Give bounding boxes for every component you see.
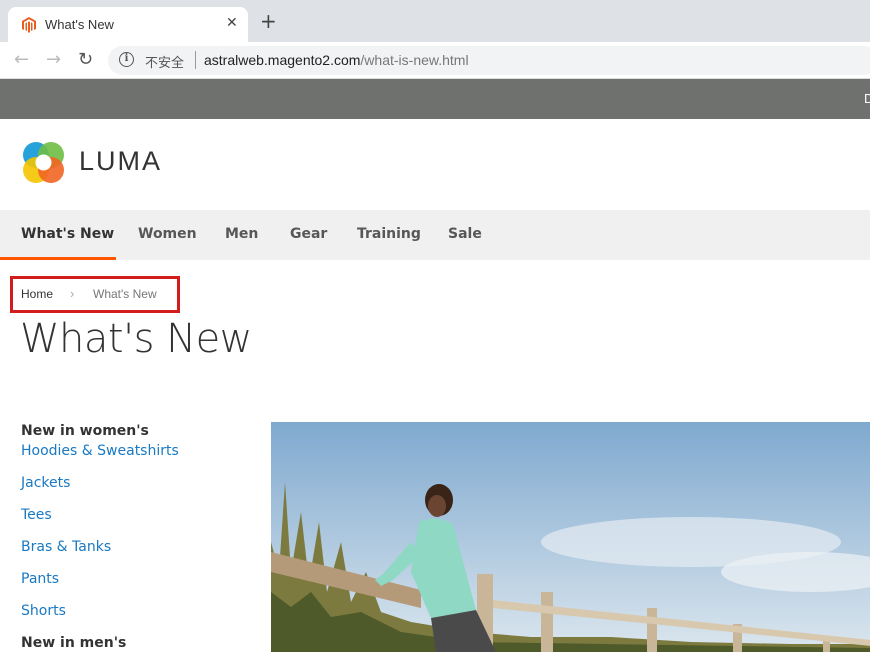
- nav-item-gear[interactable]: Gear: [290, 226, 327, 242]
- sidebar-heading-men: New in men's: [21, 635, 127, 651]
- sidebar-link-shorts[interactable]: Shorts: [21, 603, 66, 619]
- active-nav-indicator: [0, 257, 116, 260]
- sidebar-heading-women: New in women's: [21, 423, 149, 439]
- sidebar-link-hoodies[interactable]: Hoodies & Sweatshirts: [21, 443, 179, 459]
- url-text[interactable]: astralweb.magento2.com/what-is-new.html: [204, 52, 469, 68]
- new-tab-button[interactable]: +: [260, 11, 277, 31]
- address-separator: [195, 51, 196, 69]
- nav-item-sale[interactable]: Sale: [448, 226, 482, 242]
- luma-logo-text[interactable]: LUMA: [79, 146, 162, 177]
- forward-arrow-icon[interactable]: →: [46, 50, 61, 70]
- tab-title: What's New: [45, 17, 114, 32]
- top-bar-text: D: [864, 91, 870, 106]
- site-top-bar: D: [0, 79, 870, 119]
- browser-tab-strip: What's New ✕ +: [0, 0, 870, 42]
- info-icon[interactable]: i: [119, 52, 134, 67]
- url-host: astralweb.magento2.com: [204, 52, 361, 68]
- browser-toolbar: ← → ↻ i 不安全 astralweb.magento2.com/what-…: [0, 42, 870, 79]
- sidebar-link-bras-tanks[interactable]: Bras & Tanks: [21, 539, 111, 555]
- breadcrumb-highlight-box: [10, 276, 180, 313]
- nav-item-whats-new[interactable]: What's New: [21, 226, 114, 242]
- nav-item-women[interactable]: Women: [138, 226, 197, 242]
- hero-banner-image[interactable]: [271, 422, 870, 652]
- sidebar-link-pants[interactable]: Pants: [21, 571, 59, 587]
- magento-favicon-icon: [22, 17, 36, 33]
- reload-icon[interactable]: ↻: [78, 50, 93, 70]
- browser-tab[interactable]: What's New ✕: [8, 7, 248, 42]
- url-path: /what-is-new.html: [360, 52, 469, 68]
- close-tab-icon[interactable]: ✕: [226, 15, 238, 31]
- back-arrow-icon[interactable]: ←: [14, 50, 29, 70]
- nav-item-men[interactable]: Men: [225, 226, 258, 242]
- address-bar[interactable]: i 不安全 astralweb.magento2.com/what-is-new…: [108, 46, 870, 75]
- luma-logo-icon[interactable]: [21, 140, 65, 185]
- sidebar-link-tees[interactable]: Tees: [21, 507, 52, 523]
- sidebar-link-jackets[interactable]: Jackets: [21, 475, 70, 491]
- nav-item-training[interactable]: Training: [357, 226, 421, 242]
- security-status-label[interactable]: 不安全: [145, 52, 184, 71]
- page-title: What's New: [20, 316, 252, 362]
- main-navigation: What's New Women Men Gear Training Sale: [0, 210, 870, 260]
